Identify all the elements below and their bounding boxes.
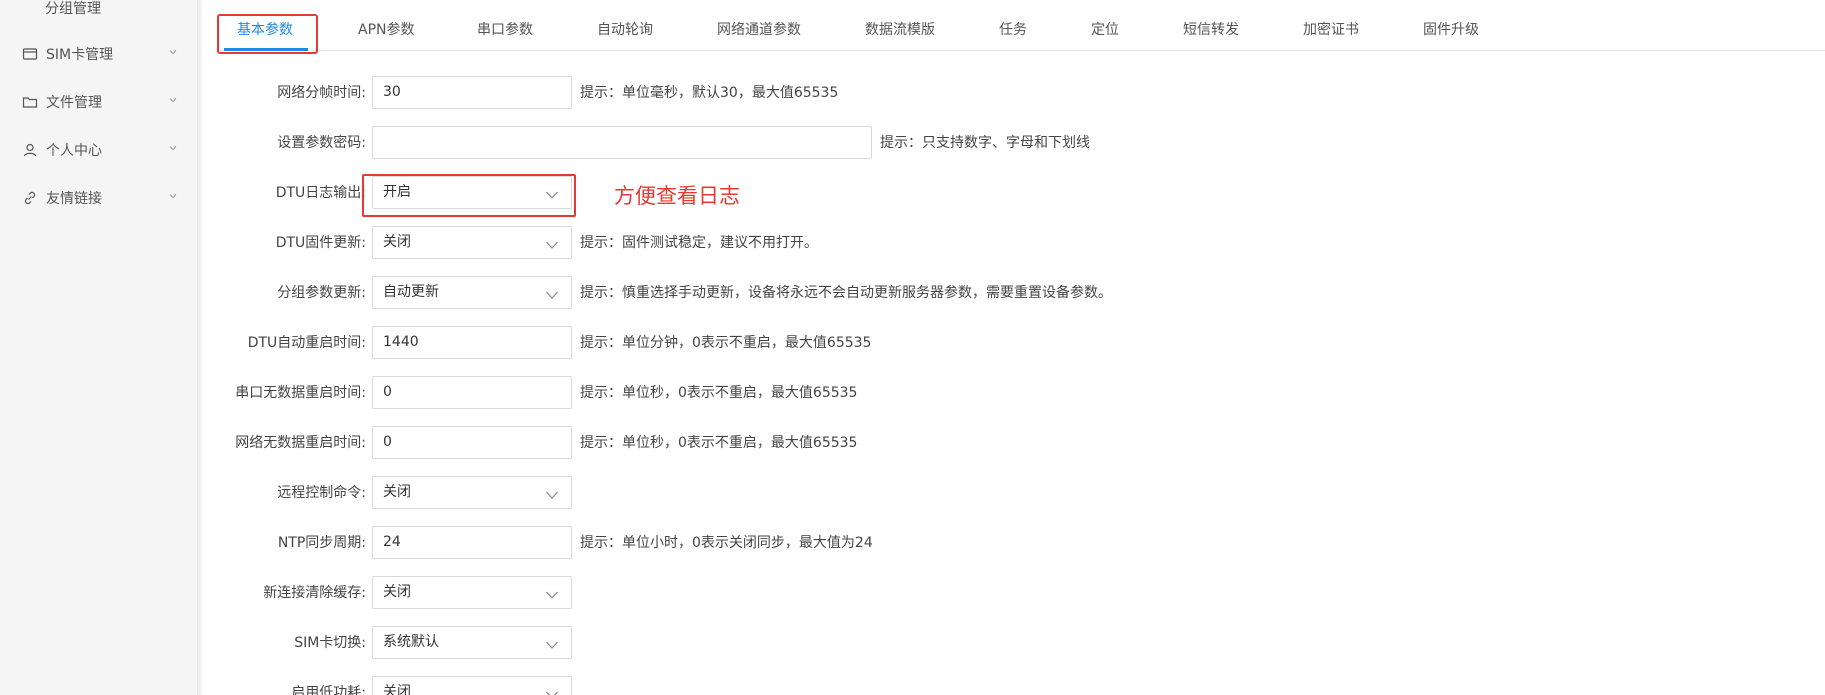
field-hint: 提示：单位分钟，0表示不重启，最大值65535 (580, 335, 872, 351)
form-row-auto-restart: DTU自动重启时间: 1440 提示：单位分钟，0表示不重启，最大值65535 (0, 323, 1825, 363)
field-label: 分组参数更新: (277, 285, 366, 301)
select-value: 关闭 (383, 684, 411, 695)
field-label: SIM卡切换: (294, 635, 366, 651)
chevron-down-icon (545, 487, 559, 501)
field-label: NTP同步周期: (277, 535, 366, 551)
tab-serial-params[interactable]: 串口参数 (477, 0, 533, 51)
field-label: 新连接清除缓存: (263, 585, 366, 601)
chevron-down-icon (545, 637, 559, 651)
param-password-input[interactable] (372, 126, 872, 159)
select-value: 系统默认 (383, 634, 439, 650)
select-value: 关闭 (383, 584, 411, 600)
tab-tasks[interactable]: 任务 (999, 0, 1027, 51)
serial-idle-restart-input[interactable]: 0 (372, 376, 572, 409)
chevron-down-icon (168, 47, 178, 57)
sim-switch-select[interactable]: 系统默认 (372, 626, 572, 659)
group-update-select[interactable]: 自动更新 (372, 276, 572, 309)
dtu-firmware-select[interactable]: 关闭 (372, 226, 572, 259)
chevron-down-icon (545, 287, 559, 301)
sidebar-item-sim-card[interactable]: SIM卡管理 (0, 34, 198, 74)
annotation-text: 方便查看日志 (614, 184, 740, 208)
form-row-ntp-period: NTP同步周期: 24 提示：单位小时，0表示关闭同步，最大值为24 (0, 523, 1825, 563)
form-row-frame-time: 网络分帧时间: 30 提示：单位毫秒，默认30，最大值65535 (0, 73, 1825, 113)
form-row-dtu-log: DTU日志输出: 开启 (0, 173, 1825, 213)
form-row-sim-switch: SIM卡切换: 系统默认 (0, 623, 1825, 663)
field-hint: 提示：慎重选择手动更新，设备将永远不会自动更新服务器参数，需要重置设备参数。 (580, 285, 1112, 301)
field-label: DTU日志输出: (275, 185, 366, 201)
auto-restart-input[interactable]: 1440 (372, 326, 572, 359)
field-label: DTU自动重启时间: (247, 335, 366, 351)
sidebar-subitem-group-management[interactable]: 分组管理 (45, 0, 101, 18)
sim-card-icon (22, 46, 38, 62)
remote-control-select[interactable]: 关闭 (372, 476, 572, 509)
form-row-remote-control: 远程控制命令: 关闭 (0, 473, 1825, 513)
low-power-select[interactable]: 关闭 (372, 676, 572, 695)
form-row-group-update: 分组参数更新: 自动更新 提示：慎重选择手动更新，设备将永远不会自动更新服务器参… (0, 273, 1825, 313)
field-label: 串口无数据重启时间: (235, 385, 366, 401)
select-value: 自动更新 (383, 284, 439, 300)
tab-auto-polling[interactable]: 自动轮询 (597, 0, 653, 51)
field-hint: 提示：固件测试稳定，建议不用打开。 (580, 235, 818, 251)
net-idle-restart-input[interactable]: 0 (372, 426, 572, 459)
dtu-log-highlight-box (362, 174, 576, 217)
tab-highlight-box (217, 14, 318, 54)
sidebar-item-label: SIM卡管理 (46, 47, 114, 63)
field-hint: 提示：单位毫秒，默认30，最大值65535 (580, 85, 839, 101)
select-value: 关闭 (383, 234, 411, 250)
frame-time-input[interactable]: 30 (372, 76, 572, 109)
tab-firmware-upgrade[interactable]: 固件升级 (1423, 0, 1479, 51)
field-label: DTU固件更新: (275, 235, 366, 251)
chevron-down-icon (545, 237, 559, 251)
tab-data-stream-template[interactable]: 数据流模版 (865, 0, 935, 51)
form-row-low-power: 启用低功耗: 关闭 (0, 673, 1825, 695)
chevron-down-icon (545, 687, 559, 695)
tab-apn-params[interactable]: APN参数 (358, 0, 415, 51)
form-row-serial-idle-restart: 串口无数据重启时间: 0 提示：单位秒，0表示不重启，最大值65535 (0, 373, 1825, 413)
field-hint: 提示：单位秒，0表示不重启，最大值65535 (580, 385, 858, 401)
select-value: 关闭 (383, 484, 411, 500)
app-root: 分组管理 SIM卡管理 文件管理 个人中心 友情链接 基本参数 APN参数 串口… (0, 0, 1825, 695)
form-row-new-conn-clear: 新连接清除缓存: 关闭 (0, 573, 1825, 613)
form-row-net-idle-restart: 网络无数据重启时间: 0 提示：单位秒，0表示不重启，最大值65535 (0, 423, 1825, 463)
new-conn-clear-select[interactable]: 关闭 (372, 576, 572, 609)
tab-encryption-certificate[interactable]: 加密证书 (1303, 0, 1359, 51)
field-label: 设置参数密码: (277, 135, 366, 151)
form-row-param-password: 设置参数密码: 提示：只支持数字、字母和下划线 (0, 123, 1825, 163)
chevron-down-icon (545, 587, 559, 601)
field-hint: 提示：只支持数字、字母和下划线 (880, 135, 1090, 151)
tab-location[interactable]: 定位 (1091, 0, 1119, 51)
field-label: 网络无数据重启时间: (235, 435, 366, 451)
field-hint: 提示：单位小时，0表示关闭同步，最大值为24 (580, 535, 873, 551)
tab-sms-forward[interactable]: 短信转发 (1183, 0, 1239, 51)
field-label: 网络分帧时间: (277, 85, 366, 101)
field-label: 启用低功耗: (291, 685, 366, 695)
field-hint: 提示：单位秒，0表示不重启，最大值65535 (580, 435, 858, 451)
tab-network-channel-params[interactable]: 网络通道参数 (717, 0, 801, 51)
ntp-period-input[interactable]: 24 (372, 526, 572, 559)
field-label: 远程控制命令: (277, 485, 366, 501)
form-row-dtu-firmware: DTU固件更新: 关闭 提示：固件测试稳定，建议不用打开。 (0, 223, 1825, 263)
